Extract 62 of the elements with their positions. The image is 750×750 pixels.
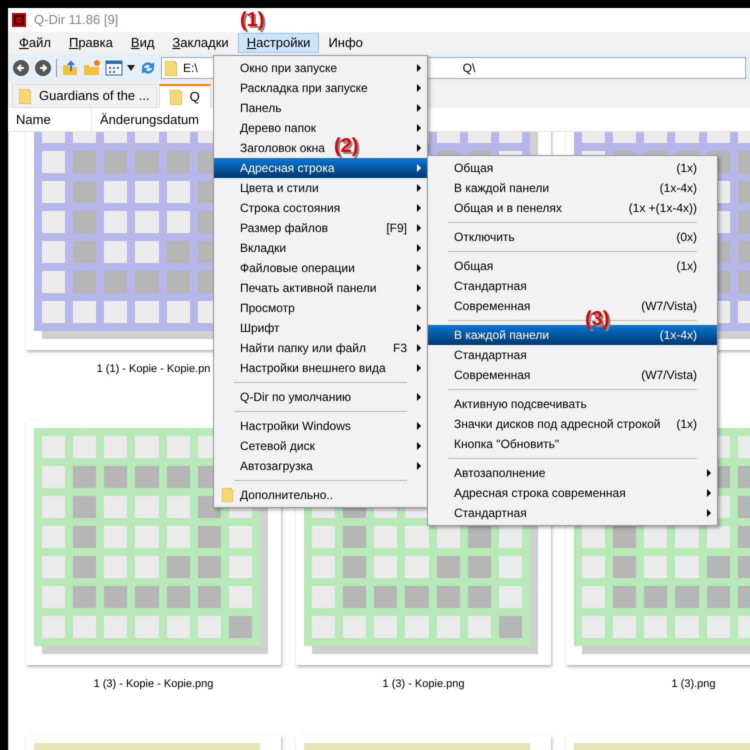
folder-up-icon[interactable] (61, 59, 79, 77)
menu-item[interactable]: Сетевой диск (214, 436, 427, 456)
menu-item[interactable]: Строка состояния (214, 198, 427, 218)
view-grid-icon[interactable] (105, 60, 123, 76)
annotation-label: (1) (240, 8, 264, 33)
menu-item[interactable]: В каждой панели (1x-4x) (428, 178, 717, 198)
menu-item[interactable]: Стандартная (428, 276, 717, 296)
back-icon[interactable] (12, 59, 30, 77)
address-text: E:\ (183, 60, 198, 77)
menu-item[interactable]: Отключить (0x) (428, 227, 717, 247)
folder-icon (165, 60, 177, 76)
menu-item[interactable]: Общая (1x) (428, 158, 717, 178)
folder-icon (222, 488, 232, 502)
window-title: Q-Dir 11.86 [9] (34, 11, 118, 30)
caret-icon[interactable] (127, 65, 135, 71)
menu-item[interactable]: Панель (214, 98, 427, 118)
menu-bar-item[interactable]: Файл (10, 33, 60, 53)
menu-item[interactable]: Адресная строка (214, 158, 427, 178)
column-header[interactable]: Name (8, 108, 92, 131)
file-name[interactable]: 1 (3) - Kopie - Kopie.png (94, 676, 214, 692)
tab[interactable]: Guardians of the ... (12, 84, 157, 108)
menu-item[interactable]: Общая и в пенелях (1x +(1x-4x)) (428, 198, 717, 218)
file-name[interactable]: 1 (3).png (671, 676, 716, 692)
menu-item[interactable]: Общая (1x) (428, 256, 717, 276)
menu-item[interactable]: Кнопка "Обновить" (428, 434, 717, 454)
menu-item[interactable]: Размер файлов [F9] (214, 218, 427, 238)
forward-icon[interactable] (34, 59, 52, 77)
menu-item[interactable]: Раскладка при запуске (214, 78, 427, 98)
menu-item[interactable]: Окно при запуске (214, 58, 427, 78)
menu-bar-item[interactable]: Вид (122, 33, 164, 53)
menu-bar-item[interactable]: Инфо (319, 33, 372, 53)
menu-item[interactable]: Настройки внешнего вида (214, 358, 427, 378)
menu-item[interactable]: Стандартная (428, 345, 717, 365)
app-icon (12, 13, 26, 27)
menu-item[interactable]: Шрифт (214, 318, 427, 338)
menu-item[interactable]: Печать активной панели (214, 278, 427, 298)
folder-icon (170, 90, 182, 104)
menu-item[interactable]: Современная (W7/Vista) (428, 365, 717, 385)
menu-item[interactable]: Активную подсвечивать (428, 394, 717, 414)
menu-item[interactable]: Дополнительно.. (214, 485, 427, 505)
column-header[interactable]: Änderungsdatum (92, 108, 208, 131)
menu-item[interactable]: Найти папку или файл F3 (214, 338, 427, 358)
tab[interactable]: Q (158, 84, 211, 108)
menu-item[interactable]: Цвета и стили (214, 178, 427, 198)
new-folder-icon[interactable] (83, 59, 101, 77)
menu-bar-item[interactable]: Настройки (238, 33, 320, 53)
file-name[interactable]: 1 (3) - Kopie.png (382, 676, 464, 692)
folder-icon (19, 88, 31, 104)
menu-item[interactable]: Автозагрузка (214, 456, 427, 476)
menu-item[interactable]: Q-Dir по умолчанию (214, 387, 427, 407)
address-text: Q\ (462, 60, 476, 77)
menu-item[interactable]: Стандартная (428, 503, 717, 523)
file-name[interactable]: 1 (1) - Kopie - Kopie.pn (96, 361, 210, 378)
menu-bar-item[interactable]: Закладки (163, 33, 238, 53)
menu-item[interactable]: Вкладки (214, 238, 427, 258)
menu-item[interactable]: Настройки Windows (214, 416, 427, 436)
menu-item[interactable]: Автозаполнение (428, 463, 717, 483)
menu-item[interactable]: Просмотр (214, 298, 427, 318)
menu-item[interactable]: Адресная строка современная (428, 483, 717, 503)
menu-item[interactable]: Значки дисков под адресной строкой (1x) (428, 414, 717, 434)
menu-item[interactable]: Файловые операции (214, 258, 427, 278)
menu-bar-item[interactable]: Правка (60, 33, 122, 53)
